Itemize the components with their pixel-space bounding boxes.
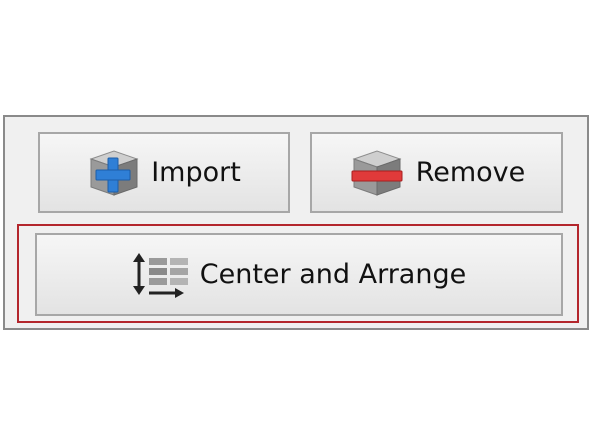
remove-label: Remove — [415, 157, 526, 188]
cube-add-icon — [87, 148, 141, 198]
cube-remove-icon — [348, 148, 406, 198]
object-toolbar-panel: Import Remove Center and Arrange — [3, 115, 589, 330]
import-button[interactable]: Import — [38, 132, 290, 213]
center-and-arrange-button[interactable]: Center and Arrange — [35, 233, 563, 316]
remove-button[interactable]: Remove — [310, 132, 563, 213]
center-and-arrange-label: Center and Arrange — [199, 259, 467, 290]
arrange-icon — [132, 250, 192, 300]
import-label: Import — [151, 157, 241, 188]
